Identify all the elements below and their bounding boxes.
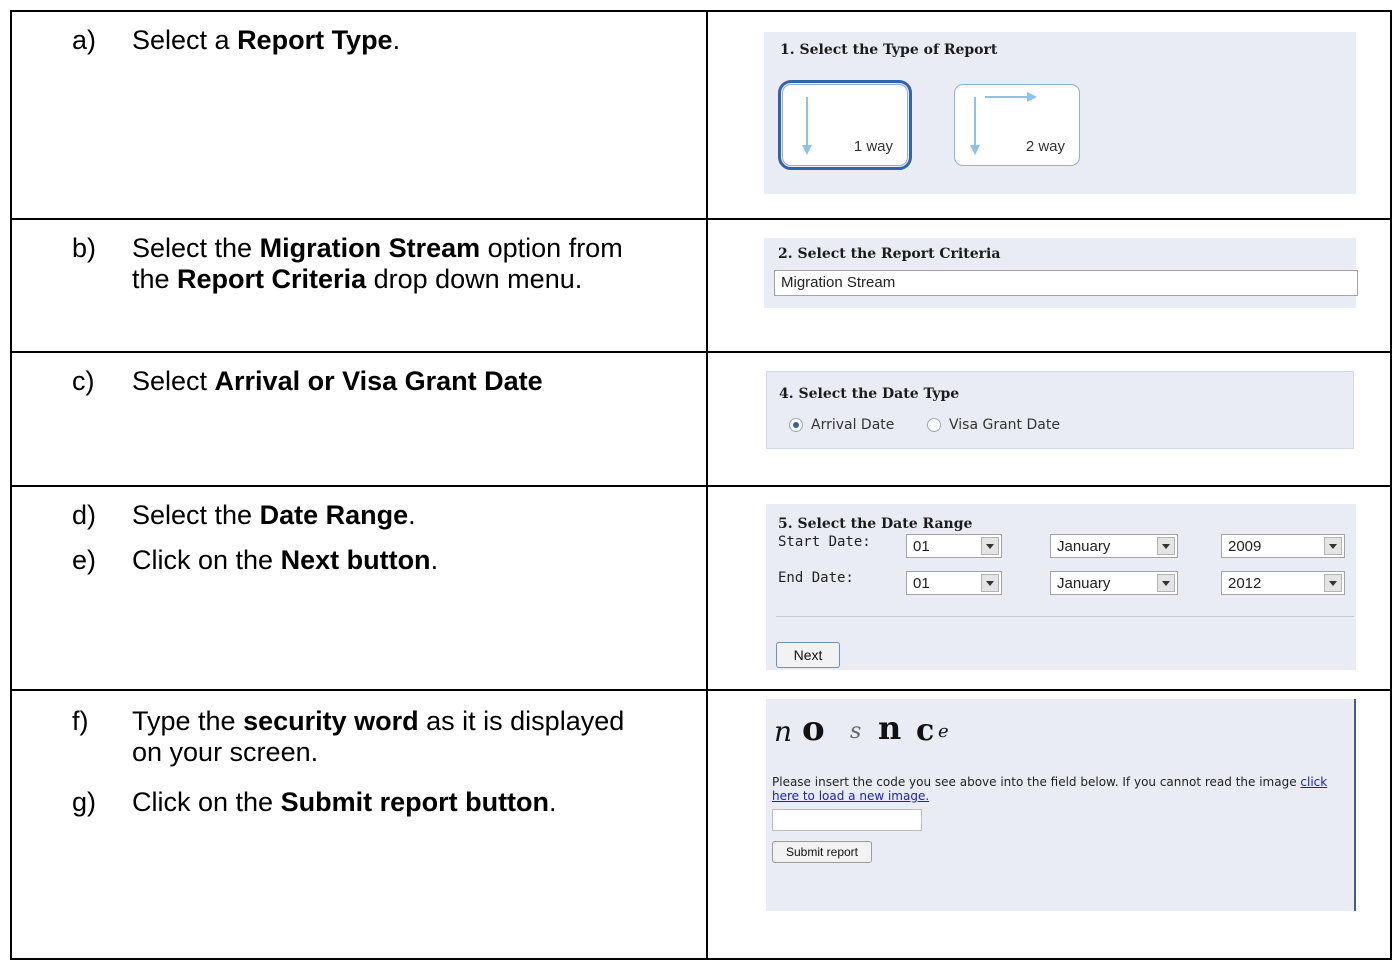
submit-report-button[interactable]: Submit report (772, 841, 872, 864)
report-type-panel: 1. Select the Type of Report 1 way 2 way (764, 32, 1356, 194)
step-a: a) Select a Report Type. (12, 25, 706, 56)
captcha-image: n o s n c e (774, 709, 949, 750)
step-text: Select a Report Type. (132, 25, 401, 55)
start-month-select[interactable]: January (1050, 533, 1178, 558)
report-type-title: 1. Select the Type of Report (780, 42, 998, 58)
step-marker: b) (72, 232, 97, 263)
end-date-label: End Date: (778, 569, 854, 586)
instruction-cell-a: a) Select a Report Type. (10, 10, 708, 220)
report-criteria-title: 2. Select the Report Criteria (778, 245, 1001, 262)
chevron-down-icon (981, 573, 999, 592)
captcha-instruction: Please insert the code you see above int… (772, 775, 1328, 804)
report-criteria-panel: 2. Select the Report Criteria Migration … (764, 237, 1358, 308)
instruction-cell-fg: f) Type the security word as it is displ… (10, 689, 708, 960)
screenshot-cell-report-criteria: 2. Select the Report Criteria Migration … (706, 217, 1392, 354)
end-month-select[interactable]: January (1050, 570, 1178, 595)
chevron-down-icon (981, 536, 999, 555)
report-type-2-way-button[interactable]: 2 way (954, 84, 1080, 166)
chevron-down-icon (1157, 573, 1175, 592)
step-text: Select the Date Range. (132, 499, 416, 530)
security-word-input[interactable] (772, 809, 922, 832)
step-b: b) Select the Migration Stream option fr… (12, 233, 706, 295)
screenshot-cell-security: n o s n c e Please insert the code you s… (706, 689, 1392, 960)
step-marker: f) (72, 706, 89, 737)
report-type-label: 1 way (853, 138, 893, 155)
step-c: c) Select Arrival or Visa Grant Date (12, 366, 706, 397)
start-date-label: Start Date: (778, 533, 871, 550)
end-day-select[interactable]: 01 (906, 570, 1002, 595)
step-text: Click on the Submit report button. (132, 787, 557, 818)
step-marker: d) (72, 499, 97, 530)
screenshot-cell-date-type: 4. Select the Date Type Arrival Date Vis… (706, 351, 1392, 487)
screenshot-cell-date-range: 5. Select the Date Range Start Date: 01 … (706, 484, 1392, 692)
step-f: f) Type the security word as it is displ… (12, 706, 706, 768)
step-marker: a) (72, 25, 97, 55)
visa-grant-date-radio[interactable] (927, 418, 941, 433)
chevron-down-icon (1324, 573, 1342, 592)
date-type-panel: 4. Select the Date Type Arrival Date Vis… (766, 371, 1354, 450)
end-year-select[interactable]: 2012 (1221, 570, 1345, 595)
step-g: g) Click on the Submit report button. (12, 787, 706, 818)
report-type-label: 2 way (1025, 138, 1065, 155)
chevron-down-icon (1324, 536, 1342, 555)
next-button[interactable]: Next (776, 641, 840, 668)
step-marker: c) (72, 366, 95, 397)
step-text: Click on the Next button. (132, 544, 439, 575)
screenshot-cell-report-type: 1. Select the Type of Report 1 way 2 way (706, 10, 1392, 220)
instruction-cell-c: c) Select Arrival or Visa Grant Date (10, 351, 708, 487)
date-range-title: 5. Select the Date Range (778, 515, 973, 532)
step-d: d) Select the Date Range. (12, 500, 706, 531)
instruction-cell-b: b) Select the Migration Stream option fr… (10, 217, 708, 354)
report-type-1-way-button[interactable]: 1 way (778, 80, 912, 170)
date-type-title: 4. Select the Date Type (779, 386, 960, 403)
start-day-select[interactable]: 01 (906, 533, 1002, 558)
date-range-panel: 5. Select the Date Range Start Date: 01 … (766, 503, 1356, 670)
divider (776, 615, 1354, 617)
step-text: Type the security word as it is displaye… (132, 706, 625, 768)
instruction-cell-de: d) Select the Date Range. e) Click on th… (10, 484, 708, 692)
arrival-date-radio[interactable] (789, 418, 803, 433)
arrival-date-label: Arrival Date (811, 417, 895, 434)
step-marker: g) (72, 787, 97, 818)
visa-grant-date-label: Visa Grant Date (949, 417, 1060, 434)
instruction-table: a) Select a Report Type. 1. Select the T… (10, 10, 1392, 960)
report-criteria-dropdown[interactable]: Migration Stream (774, 269, 1358, 296)
step-text: Select the Migration Stream option from … (132, 232, 623, 294)
chevron-down-icon (1157, 536, 1175, 555)
step-text: Select Arrival or Visa Grant Date (132, 366, 543, 397)
security-panel: n o s n c e Please insert the code you s… (766, 699, 1356, 912)
step-e: e) Click on the Next button. (12, 545, 706, 576)
start-year-select[interactable]: 2009 (1221, 533, 1345, 558)
step-marker: e) (72, 544, 97, 575)
